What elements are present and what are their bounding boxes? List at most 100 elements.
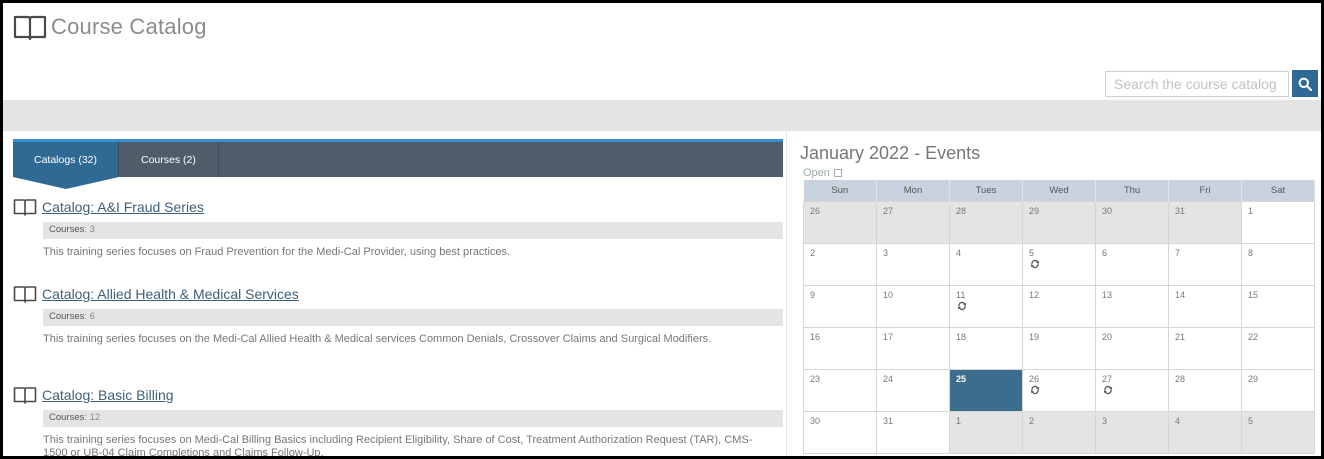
calendar-day[interactable]: 11 [949, 284, 1023, 328]
calendar-day[interactable]: 9 [803, 284, 877, 328]
calendar-day[interactable]: 16 [803, 326, 877, 370]
calendar-day[interactable]: 17 [876, 326, 950, 370]
calendar-day-number: 28 [956, 205, 967, 216]
calendar-day-number: 31 [1175, 205, 1186, 216]
event-sync-icon[interactable] [1030, 259, 1040, 269]
calendar-day[interactable]: 18 [949, 326, 1023, 370]
calendar-day-number: 26 [1029, 373, 1040, 384]
calendar-day[interactable]: 27 [876, 200, 950, 244]
calendar-day[interactable]: 3 [876, 242, 950, 286]
calendar-day[interactable]: 29 [1022, 200, 1096, 244]
event-sync-icon[interactable] [1103, 385, 1113, 395]
calendar-day-number: 3 [883, 247, 889, 258]
calendar-day[interactable]: 26 [1022, 368, 1096, 412]
calendar-day[interactable]: 13 [1095, 284, 1169, 328]
calendar-day[interactable]: 1 [949, 410, 1023, 454]
calendar-day-number: 20 [1102, 331, 1113, 342]
calendar-day[interactable]: 31 [876, 410, 950, 454]
course-count: Courses: 6 [43, 309, 783, 326]
calendar-day-number: 24 [883, 373, 894, 384]
calendar-week: 9 10 11 12 13 14 15 [803, 284, 1315, 328]
calendar-day-number: 31 [883, 415, 894, 426]
calendar-day[interactable]: 29 [1241, 368, 1315, 412]
calendar-day[interactable]: 31 [1168, 200, 1242, 244]
calendar-day[interactable]: 21 [1168, 326, 1242, 370]
calendar-day[interactable]: 4 [1168, 410, 1242, 454]
course-count-value: : 12 [84, 412, 101, 423]
calendar-day[interactable]: 15 [1241, 284, 1315, 328]
event-sync-icon[interactable] [1030, 385, 1040, 395]
calendar-day[interactable]: 5 [1241, 410, 1315, 454]
calendar-day-number: 27 [883, 205, 894, 216]
calendar-day[interactable]: 6 [1095, 242, 1169, 286]
open-link[interactable]: Open [803, 167, 842, 179]
calendar-day-number: 5 [1248, 415, 1254, 426]
calendar-day[interactable]: 24 [876, 368, 950, 412]
calendar-day-number: 18 [956, 331, 967, 342]
book-icon [13, 387, 37, 404]
calendar-day[interactable]: 12 [1022, 284, 1096, 328]
calendar-day[interactable]: 26 [803, 200, 877, 244]
calendar-day[interactable]: 20 [1095, 326, 1169, 370]
calendar-day-number: 27 [1102, 373, 1113, 384]
calendar-day[interactable]: 30 [803, 410, 877, 454]
calendar-day[interactable]: 14 [1168, 284, 1242, 328]
calendar-day[interactable]: 7 [1168, 242, 1242, 286]
calendar-day-number: 29 [1029, 205, 1040, 216]
calendar-day[interactable]: 25 [949, 368, 1023, 412]
calendar-week: 16 17 18 19 20 21 22 [803, 326, 1315, 370]
calendar-day[interactable]: 19 [1022, 326, 1096, 370]
calendar-day[interactable]: 2 [803, 242, 877, 286]
calendar-day-number: 12 [1029, 289, 1040, 300]
calendar-day[interactable]: 28 [949, 200, 1023, 244]
calendar-day[interactable]: 23 [803, 368, 877, 412]
course-count-value: : 6 [84, 311, 95, 322]
search-button[interactable] [1292, 70, 1318, 97]
calendar-weekday: Wed [1022, 180, 1096, 201]
calendar-day-number: 9 [810, 289, 816, 300]
tab-courses[interactable]: Courses (2) [119, 142, 219, 177]
calendar-day[interactable]: 5 [1022, 242, 1096, 286]
open-link-label[interactable]: Open [803, 167, 830, 179]
calendar-weekday: Sat [1241, 180, 1315, 201]
calendar-week: 23 24 25 26 27 28 29 [803, 368, 1315, 412]
calendar-day-number: 5 [1029, 247, 1035, 258]
calendar-weekday: Thu [1095, 180, 1169, 201]
course-count-label: Courses [49, 412, 85, 423]
catalog-link[interactable]: Catalog: Allied Health & Medical Service… [42, 286, 299, 302]
calendar-day-number: 30 [810, 415, 821, 426]
course-count-value: : 3 [84, 224, 95, 235]
book-icon [13, 199, 37, 216]
calendar-day-number: 4 [956, 247, 962, 258]
search-input[interactable] [1105, 71, 1289, 97]
calendar-day[interactable]: 4 [949, 242, 1023, 286]
calendar-day[interactable]: 30 [1095, 200, 1169, 244]
calendar-day[interactable]: 3 [1095, 410, 1169, 454]
calendar-day[interactable]: 1 [1241, 200, 1315, 244]
calendar-day[interactable]: 10 [876, 284, 950, 328]
book-icon [13, 286, 37, 303]
tab-bar: Catalogs (32) Courses (2) [13, 139, 783, 189]
catalog-link[interactable]: Catalog: Basic Billing [42, 387, 174, 403]
catalog-link[interactable]: Catalog: A&I Fraud Series [42, 199, 204, 215]
calendar-day[interactable]: 27 [1095, 368, 1169, 412]
calendar-day[interactable]: 28 [1168, 368, 1242, 412]
calendar-day-number: 30 [1102, 205, 1113, 216]
calendar-day[interactable]: 8 [1241, 242, 1315, 286]
calendar-day-number: 2 [1029, 415, 1035, 426]
catalog-item: Catalog: Allied Health & Medical Service… [13, 283, 783, 346]
calendar-day-number: 29 [1248, 373, 1259, 384]
search-icon [1298, 77, 1312, 91]
calendar-day-number: 14 [1175, 289, 1186, 300]
calendar-day[interactable]: 22 [1241, 326, 1315, 370]
calendar-weekday: Tues [949, 180, 1023, 201]
event-sync-icon[interactable] [957, 301, 967, 311]
tab-catalogs[interactable]: Catalogs (32) [13, 142, 119, 189]
calendar-day-number: 10 [883, 289, 894, 300]
calendar-week: 30 31 1 2 3 4 5 [803, 410, 1315, 454]
catalog-item: Catalog: Basic Billing Courses: 12 This … [13, 384, 783, 456]
calendar-day-number: 1 [956, 415, 962, 426]
calendar-week: 2 3 4 5 6 7 8 [803, 242, 1315, 286]
course-count: Courses: 12 [43, 410, 783, 427]
calendar-day[interactable]: 2 [1022, 410, 1096, 454]
